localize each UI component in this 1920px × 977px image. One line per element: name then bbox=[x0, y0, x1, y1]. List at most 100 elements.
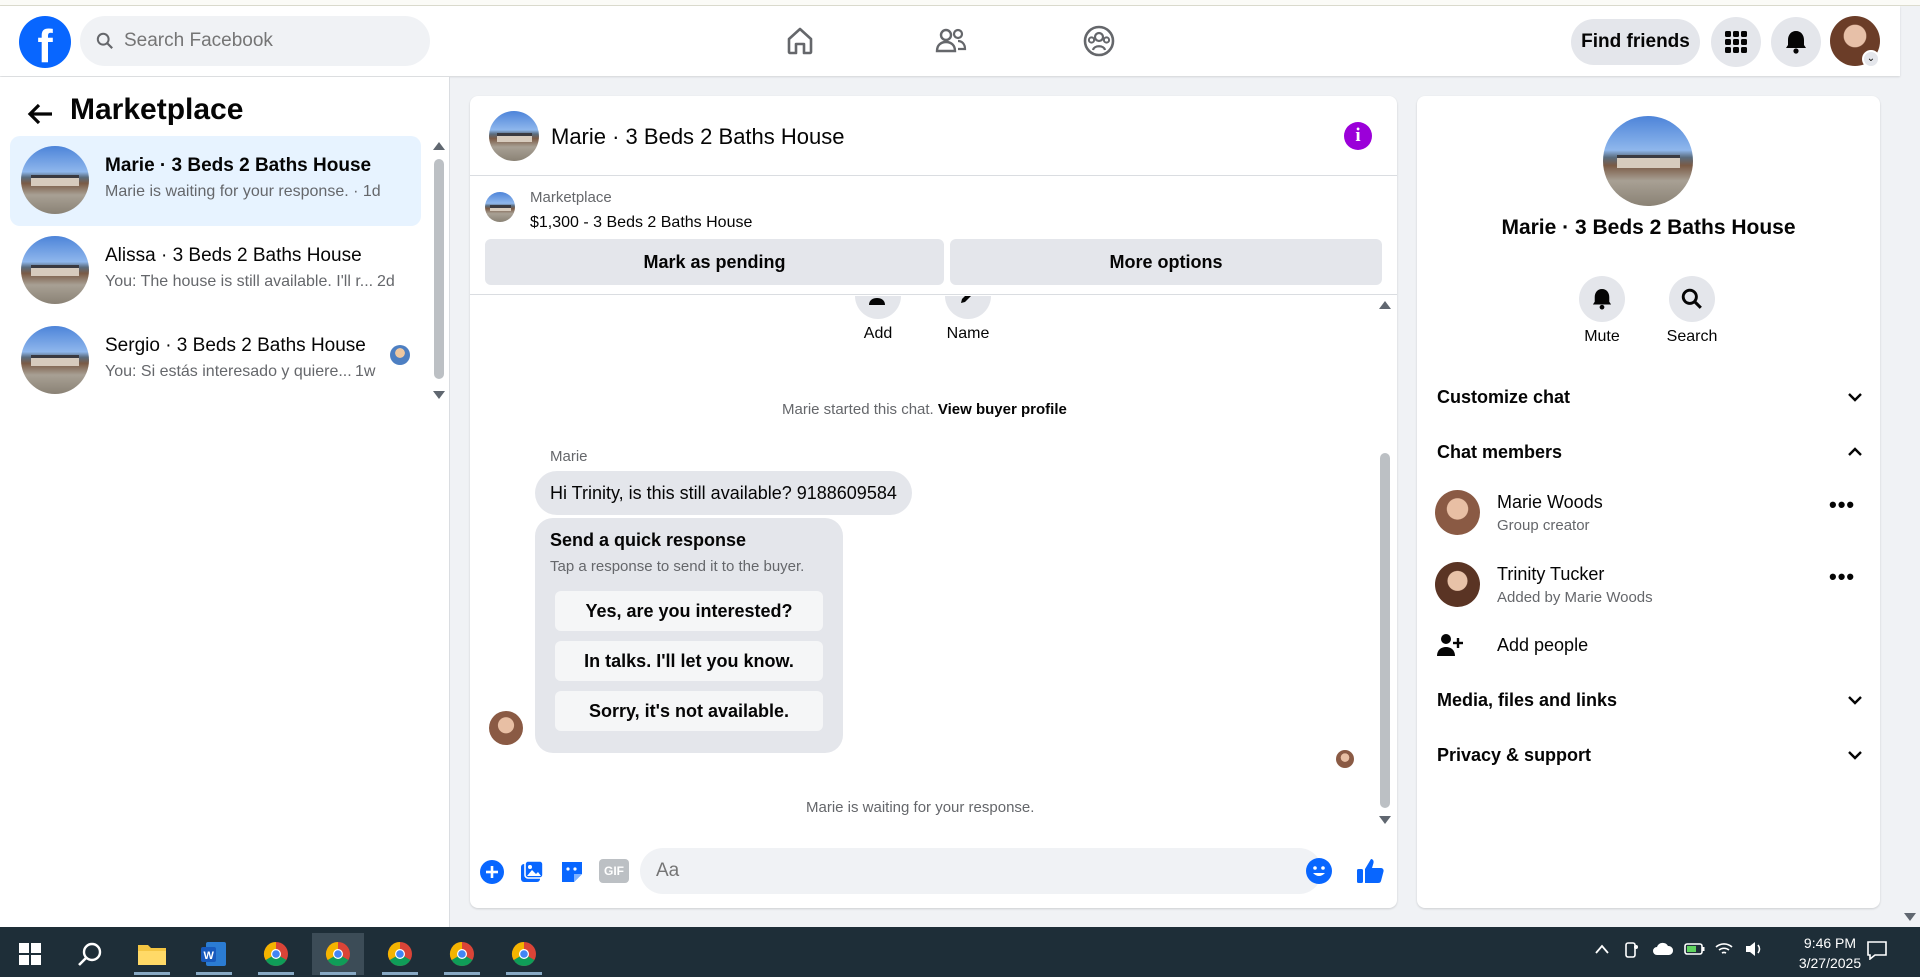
quick-response-not-available[interactable]: Sorry, it's not available. bbox=[555, 691, 823, 731]
message-bubble[interactable]: Hi Trinity, is this still available? 918… bbox=[535, 471, 912, 515]
conversation-preview: You: The house is still available. I'll … bbox=[105, 273, 374, 290]
thread-scrollbar[interactable] bbox=[1380, 453, 1390, 808]
mark-as-pending-button[interactable]: Mark as pending bbox=[485, 239, 944, 285]
friends-icon[interactable] bbox=[928, 18, 974, 64]
name-action[interactable]: Name bbox=[928, 296, 1008, 343]
wifi-icon[interactable] bbox=[1714, 941, 1734, 962]
member-avatar-marie[interactable] bbox=[1435, 490, 1480, 535]
sticker-icon[interactable] bbox=[559, 859, 585, 885]
info-title: Marie · 3 Beds 2 Baths House bbox=[1501, 216, 1796, 239]
chat-started-notice: Marie started this chat. View buyer prof… bbox=[782, 401, 1067, 418]
home-icon[interactable] bbox=[777, 18, 823, 64]
conversation-name: Alissa · 3 Beds 2 Baths House bbox=[105, 245, 362, 266]
add-people-label: Add people bbox=[1497, 635, 1589, 655]
waiting-notice: Marie is waiting for your response. bbox=[806, 799, 1035, 816]
quick-response-in-talks[interactable]: In talks. I'll let you know. bbox=[555, 641, 823, 681]
privacy-support-label: Privacy & support bbox=[1437, 745, 1592, 765]
conversation-time: 1w bbox=[355, 363, 376, 380]
chat-header: Marie · 3 Beds 2 Baths House i bbox=[470, 96, 1397, 176]
search-input[interactable] bbox=[124, 30, 394, 52]
page-scroll-down-arrow-icon[interactable] bbox=[1904, 913, 1916, 921]
back-arrow-icon[interactable] bbox=[26, 99, 56, 129]
groups-icon[interactable] bbox=[1076, 18, 1122, 64]
privacy-support-section[interactable]: Privacy & support bbox=[1437, 735, 1862, 775]
message-input[interactable] bbox=[640, 848, 1322, 894]
plus-circle-icon[interactable] bbox=[479, 859, 505, 885]
scroll-down-arrow-icon[interactable] bbox=[433, 391, 445, 399]
scroll-up-arrow-icon[interactable] bbox=[433, 142, 445, 150]
customize-chat-section[interactable]: Customize chat bbox=[1437, 377, 1862, 417]
view-buyer-profile-link[interactable]: View buyer profile bbox=[938, 401, 1067, 418]
chat-members-label: Chat members bbox=[1437, 442, 1563, 462]
chrome-profile-icon[interactable] bbox=[374, 933, 426, 975]
message-thread: Add Name Marie started this chat. View b… bbox=[470, 296, 1397, 834]
mute-action[interactable]: Mute bbox=[1562, 276, 1642, 346]
bell-icon[interactable] bbox=[1771, 17, 1821, 67]
listing-image[interactable] bbox=[1603, 116, 1693, 206]
member-name-trinity[interactable]: Trinity Tucker bbox=[1497, 564, 1604, 585]
chevron-down-icon bbox=[1848, 377, 1862, 417]
search-icon bbox=[1681, 288, 1702, 309]
file-explorer-icon[interactable] bbox=[126, 933, 178, 975]
svg-text:W: W bbox=[204, 950, 215, 962]
info-icon[interactable]: i bbox=[1344, 122, 1372, 150]
conversation-list-scrollbar[interactable] bbox=[434, 159, 444, 379]
chevron-up-icon bbox=[1848, 432, 1862, 472]
conversation-time: 2d bbox=[377, 273, 395, 290]
meet-now-icon[interactable] bbox=[1624, 941, 1640, 964]
member-avatar-trinity[interactable] bbox=[1435, 562, 1480, 607]
volume-icon[interactable] bbox=[1744, 941, 1764, 962]
chat-title[interactable]: Marie · 3 Beds 2 Baths House bbox=[551, 124, 844, 150]
listing-price[interactable]: $1,300 - 3 Beds 2 Baths House bbox=[530, 214, 752, 232]
thumbs-up-icon[interactable] bbox=[1355, 856, 1385, 886]
more-options-button[interactable]: More options bbox=[950, 239, 1382, 285]
gif-icon[interactable]: GIF bbox=[599, 859, 629, 883]
member-options-marie[interactable]: ••• bbox=[1829, 492, 1855, 518]
conversation-item-marie[interactable]: Marie · 3 Beds 2 Baths House Marie is wa… bbox=[10, 136, 421, 226]
chrome-profile-icon-active[interactable] bbox=[312, 933, 364, 975]
conversation-item-alissa[interactable]: Alissa · 3 Beds 2 Baths House You: The h… bbox=[10, 226, 421, 316]
marketplace-title: Marketplace bbox=[70, 93, 244, 126]
word-icon[interactable]: W bbox=[188, 933, 240, 975]
add-action[interactable]: Add bbox=[838, 296, 918, 343]
listing-bar: Marketplace $1,300 - 3 Beds 2 Baths Hous… bbox=[470, 176, 1397, 295]
chat-avatar[interactable] bbox=[489, 111, 539, 161]
member-role-marie: Group creator bbox=[1497, 517, 1590, 534]
bell-icon bbox=[1592, 289, 1612, 310]
media-files-links-section[interactable]: Media, files and links bbox=[1437, 680, 1862, 720]
chat-members-section[interactable]: Chat members bbox=[1437, 432, 1862, 472]
search-box[interactable] bbox=[80, 16, 430, 66]
sender-avatar[interactable] bbox=[489, 711, 523, 745]
conversation-item-sergio[interactable]: Sergio · 3 Beds 2 Baths House You: Si es… bbox=[10, 316, 421, 406]
chrome-icon[interactable] bbox=[250, 933, 302, 975]
add-people-button[interactable]: Add people bbox=[1437, 625, 1862, 665]
onedrive-icon[interactable] bbox=[1652, 942, 1674, 961]
chrome-profile-icon[interactable] bbox=[436, 933, 488, 975]
thread-scroll-down-arrow-icon[interactable] bbox=[1379, 816, 1391, 824]
message-sender-name: Marie bbox=[550, 448, 588, 465]
member-name-marie[interactable]: Marie Woods bbox=[1497, 492, 1603, 513]
menu-grid-icon[interactable] bbox=[1711, 17, 1761, 67]
member-role-trinity: Added by Marie Woods bbox=[1497, 589, 1653, 606]
facebook-logo[interactable]: f bbox=[19, 16, 71, 68]
chevron-down-icon[interactable]: ⌄ bbox=[1862, 50, 1880, 68]
battery-icon[interactable] bbox=[1684, 941, 1706, 962]
listing-thumbnail[interactable] bbox=[485, 192, 515, 222]
chat-info-panel: Marie · 3 Beds 2 Baths House Mute Search… bbox=[1417, 96, 1880, 908]
taskbar-search-icon[interactable] bbox=[64, 933, 116, 975]
emoji-icon[interactable] bbox=[1306, 858, 1332, 884]
notification-center-icon[interactable] bbox=[1866, 940, 1888, 965]
search-label: Search bbox=[1666, 328, 1718, 345]
member-options-trinity[interactable]: ••• bbox=[1829, 564, 1855, 590]
chrome-profile-icon[interactable] bbox=[498, 933, 550, 975]
add-person-icon bbox=[1437, 634, 1463, 656]
quick-response-card: Send a quick response Tap a response to … bbox=[535, 518, 843, 753]
show-hidden-icons-icon[interactable] bbox=[1594, 942, 1610, 960]
find-friends-button[interactable]: Find friends bbox=[1571, 19, 1700, 65]
quick-response-yes[interactable]: Yes, are you interested? bbox=[555, 591, 823, 631]
top-navigation-bar: f Find friends ⌄ bbox=[0, 6, 1900, 76]
search-action[interactable]: Search bbox=[1652, 276, 1732, 346]
windows-start-icon[interactable] bbox=[4, 933, 56, 975]
photo-icon[interactable] bbox=[519, 859, 545, 885]
thread-scroll-up-arrow-icon[interactable] bbox=[1379, 301, 1391, 309]
